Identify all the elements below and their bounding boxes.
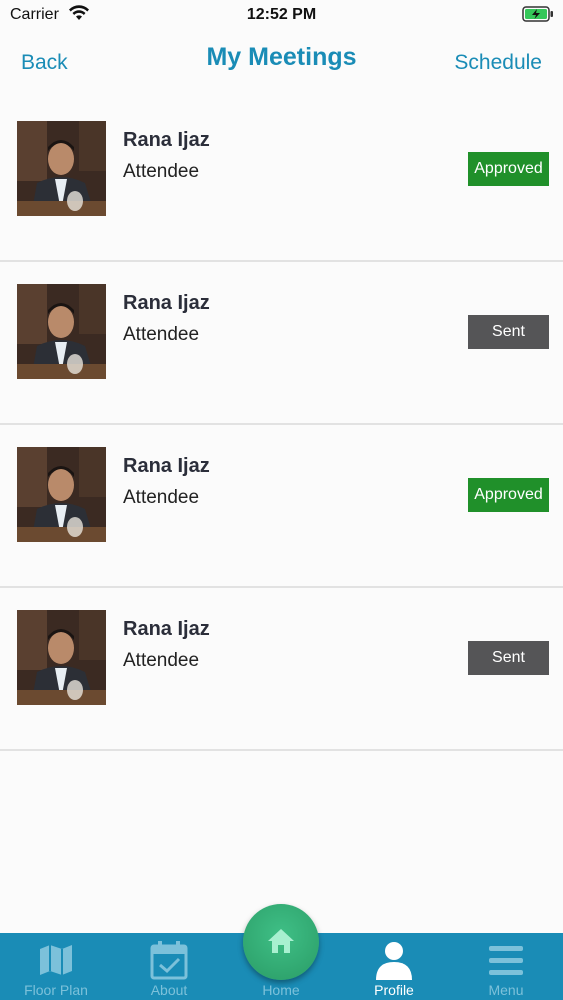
home-icon [268, 929, 294, 953]
home-button[interactable] [243, 904, 319, 980]
attendee-name: Rana Ijaz [123, 292, 210, 314]
calendar-check-icon [150, 941, 188, 980]
tab-label: Floor Plan [24, 982, 88, 998]
attendee-role: Attendee [123, 324, 200, 345]
status-badge: Sent [468, 641, 549, 675]
tab-label: About [150, 982, 188, 998]
tab-label: Menu [488, 982, 524, 998]
person-icon [376, 942, 412, 980]
battery-charging-icon [522, 6, 553, 22]
status-badge: Approved [468, 478, 549, 512]
status-bar: Carrier 12:52 PM [0, 0, 563, 30]
avatar [17, 121, 106, 216]
list-item[interactable]: Rana Ijaz Attendee Approved [0, 425, 563, 588]
tab-label-home: Home [262, 982, 300, 998]
tab-label: Profile [374, 982, 414, 998]
tab-profile[interactable]: Profile [338, 933, 450, 1000]
list-item[interactable]: Rana Ijaz Attendee Approved [0, 99, 563, 262]
map-icon [40, 945, 72, 975]
avatar [17, 284, 106, 379]
attendee-role: Attendee [123, 487, 200, 508]
attendee-name: Rana Ijaz [123, 129, 210, 151]
nav-bar: Back My Meetings Schedule [0, 30, 563, 94]
avatar [17, 447, 106, 542]
hamburger-icon [489, 946, 523, 975]
attendee-role: Attendee [123, 650, 200, 671]
list-item[interactable]: Rana Ijaz Attendee Sent [0, 588, 563, 751]
status-badge: Sent [468, 315, 549, 349]
tab-about[interactable]: About [113, 933, 225, 1000]
status-time: 12:52 PM [246, 6, 317, 23]
tab-floor-plan[interactable]: Floor Plan [0, 933, 112, 1000]
schedule-button[interactable]: Schedule [454, 51, 542, 75]
status-badge: Approved [468, 152, 549, 186]
list-item[interactable]: Rana Ijaz Attendee Sent [0, 262, 563, 425]
attendee-name: Rana Ijaz [123, 618, 210, 640]
attendee-name: Rana Ijaz [123, 455, 210, 477]
tab-menu[interactable]: Menu [450, 933, 562, 1000]
attendee-role: Attendee [123, 161, 200, 182]
avatar [17, 610, 106, 705]
meetings-list: Rana Ijaz Attendee Approved Rana Ijaz At… [0, 99, 563, 751]
